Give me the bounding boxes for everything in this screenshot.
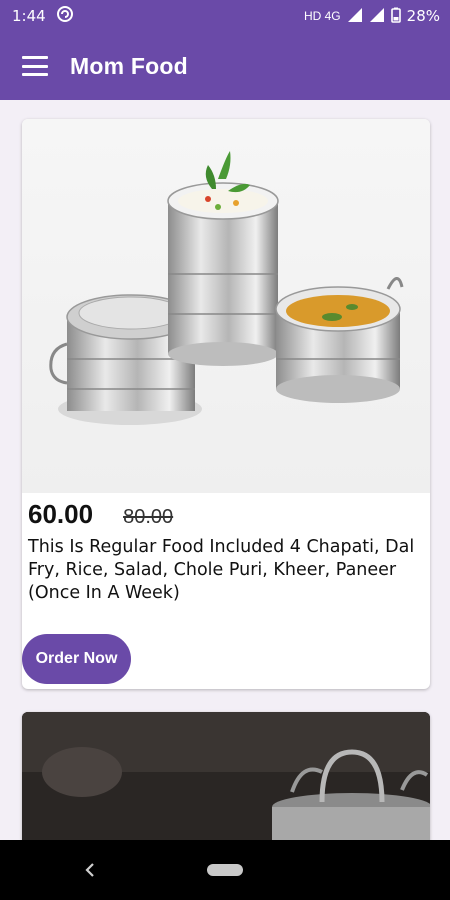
app-title: Mom Food — [70, 52, 188, 79]
old-price: 80.00 — [123, 506, 174, 528]
back-icon[interactable] — [80, 858, 100, 882]
signal-icon — [347, 7, 363, 26]
battery-percent: 28% — [406, 7, 440, 25]
status-bar: 1:44 HD 4G 28% — [0, 0, 450, 32]
order-now-button[interactable]: Order Now — [22, 634, 131, 684]
menu-icon[interactable] — [22, 56, 48, 76]
product-list[interactable]: 60.00 80.00 This Is Regular Food Include… — [0, 100, 450, 840]
status-time: 1:44 — [12, 7, 46, 25]
product-card: 60.00 80.00 This Is Regular Food Include… — [22, 119, 430, 689]
data-saver-icon — [56, 5, 74, 28]
home-pill[interactable] — [207, 864, 243, 876]
battery-icon — [390, 7, 401, 26]
signal-icon-2 — [369, 7, 385, 26]
navigation-bar — [0, 840, 450, 900]
product-image — [22, 119, 430, 493]
network-label: HD 4G — [303, 9, 341, 23]
product-image-2 — [22, 712, 430, 840]
product-description: This Is Regular Food Included 4 Chapati,… — [28, 537, 415, 603]
app-bar: Mom Food — [0, 32, 450, 100]
product-card-2 — [22, 712, 430, 840]
price: 60.00 — [28, 499, 94, 529]
